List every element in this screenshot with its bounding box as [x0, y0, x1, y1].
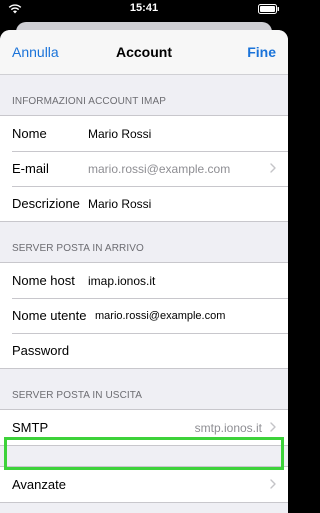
section-header-imap: INFORMAZIONI ACCOUNT IMAP — [0, 75, 288, 115]
username-row[interactable]: Nome utente mario.rossi@example.com — [0, 298, 288, 333]
account-sheet: Annulla Account Fine INFORMAZIONI ACCOUN… — [0, 30, 288, 513]
done-button[interactable]: Fine — [247, 44, 276, 60]
name-label: Nome — [12, 126, 47, 141]
password-label: Password — [12, 343, 70, 358]
section-header-imap-label: INFORMAZIONI ACCOUNT IMAP — [12, 96, 166, 107]
host-label: Nome host — [12, 273, 75, 288]
incoming-server-group: Nome host imap.ionos.it Nome utente mari… — [0, 262, 288, 369]
description-row[interactable]: Descrizione Mario Rossi — [0, 186, 288, 221]
email-value: mario.rossi@example.com — [88, 161, 231, 176]
outgoing-server-group: SMTP smtp.ionos.it — [0, 409, 288, 446]
smtp-row[interactable]: SMTP smtp.ionos.it — [0, 410, 288, 445]
navigation-bar: Annulla Account Fine — [0, 30, 288, 75]
chevron-right-icon — [270, 163, 276, 173]
chevron-right-icon — [270, 422, 276, 432]
host-row[interactable]: Nome host imap.ionos.it — [0, 263, 288, 298]
description-field[interactable]: Mario Rossi — [88, 197, 151, 211]
advanced-label: Avanzate — [12, 477, 66, 492]
username-field[interactable]: mario.rossi@example.com — [95, 310, 225, 322]
email-label: E-mail — [12, 161, 49, 176]
page-title: Account — [116, 44, 172, 60]
smtp-label: SMTP — [12, 420, 49, 435]
host-field[interactable]: imap.ionos.it — [88, 274, 155, 288]
battery-icon — [258, 4, 279, 14]
status-time: 15:41 — [129, 2, 159, 14]
section-header-outgoing: SERVER POSTA IN USCITA — [0, 369, 288, 409]
username-label: Nome utente — [12, 308, 87, 323]
name-row[interactable]: Nome Mario Rossi — [0, 116, 288, 151]
section-header-incoming-label: SERVER POSTA IN ARRIVO — [12, 243, 144, 254]
description-label: Descrizione — [12, 196, 80, 211]
section-header-incoming: SERVER POSTA IN ARRIVO — [0, 222, 288, 262]
status-bar: 15:41 — [0, 0, 288, 18]
email-row[interactable]: E-mail mario.rossi@example.com — [0, 151, 288, 186]
name-field[interactable]: Mario Rossi — [88, 127, 151, 141]
password-row[interactable]: Password — [0, 333, 288, 368]
advanced-row[interactable]: Avanzate — [0, 467, 288, 502]
advanced-group: Avanzate — [0, 466, 288, 503]
smtp-value: smtp.ionos.it — [194, 420, 262, 435]
chevron-right-icon — [270, 479, 276, 489]
imap-account-group: Nome Mario Rossi E-mail mario.rossi@exam… — [0, 115, 288, 222]
section-header-outgoing-label: SERVER POSTA IN USCITA — [12, 390, 143, 401]
